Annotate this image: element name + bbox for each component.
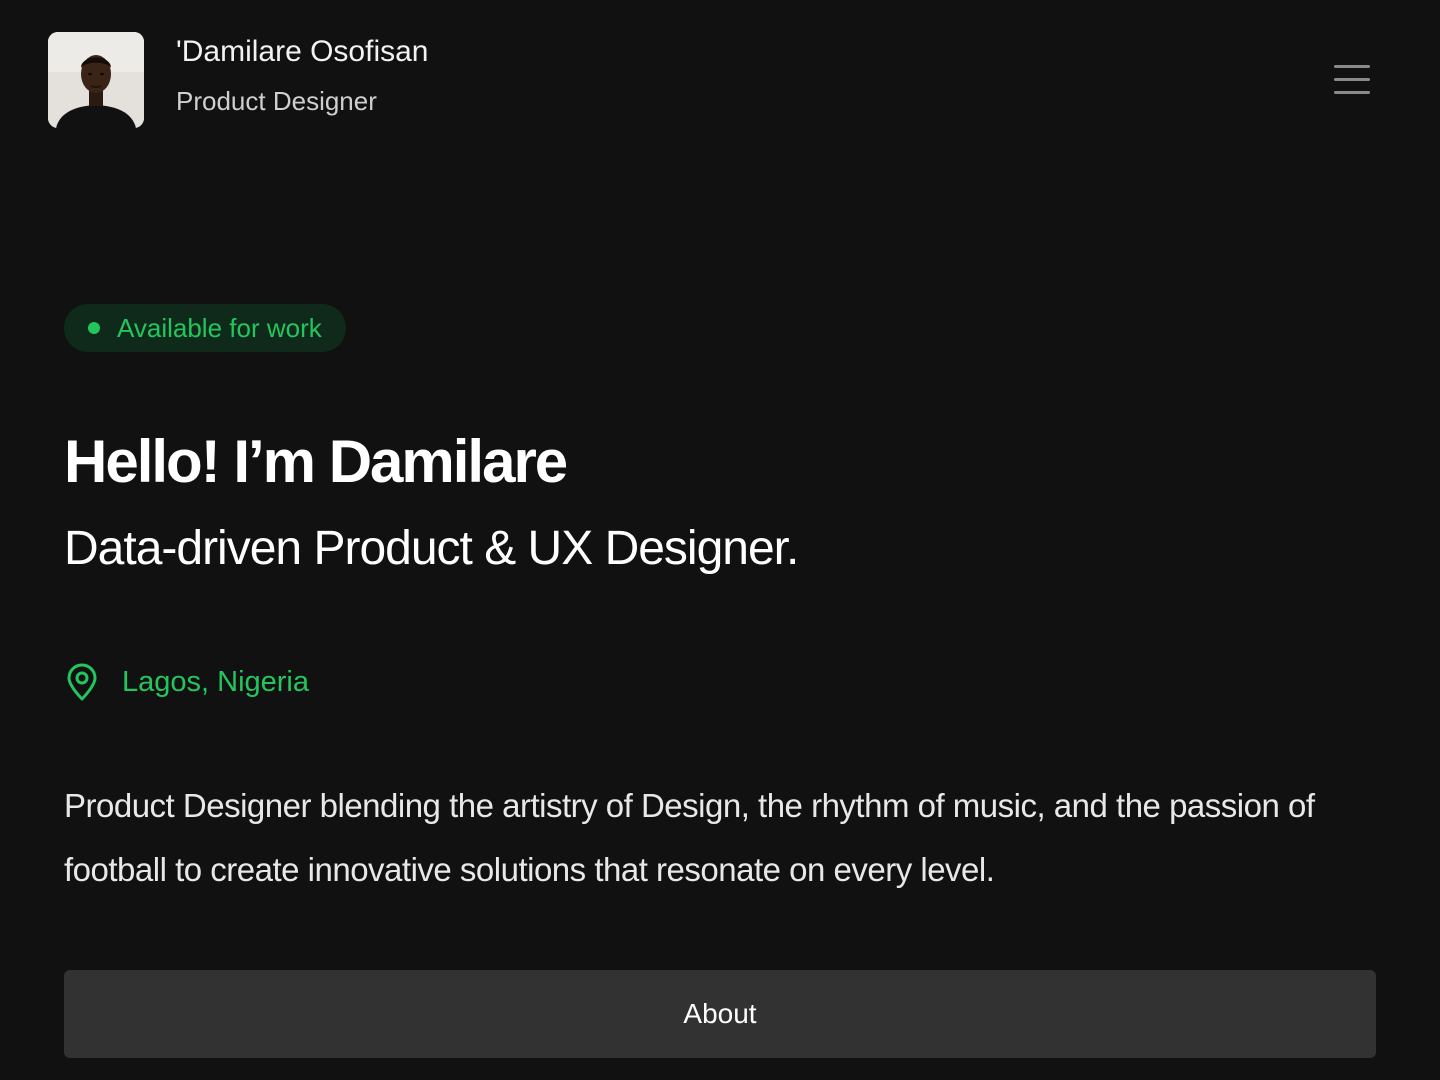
hamburger-menu-icon xyxy=(1334,65,1370,94)
avatar[interactable] xyxy=(48,32,144,128)
location: Lagos, Nigeria xyxy=(64,660,309,704)
greeting-heading: Hello! I’m Damilare xyxy=(64,428,568,495)
about-button[interactable]: About xyxy=(64,970,1376,1058)
site-header: 'Damilare Osofisan Product Designer xyxy=(0,0,1440,160)
availability-label: Available for work xyxy=(117,312,322,343)
status-dot-icon xyxy=(88,322,100,334)
location-label: Lagos, Nigeria xyxy=(122,665,309,698)
map-pin-icon xyxy=(67,663,97,701)
profile-photo xyxy=(48,32,144,128)
tagline: Data-driven Product & UX Designer. xyxy=(64,522,799,575)
menu-button[interactable] xyxy=(1320,56,1384,104)
bio-paragraph: Product Designer blending the artistry o… xyxy=(64,787,1315,888)
owner-name: 'Damilare Osofisan xyxy=(176,35,429,68)
availability-badge: Available for work xyxy=(64,304,346,352)
owner-role: Product Designer xyxy=(176,86,377,116)
